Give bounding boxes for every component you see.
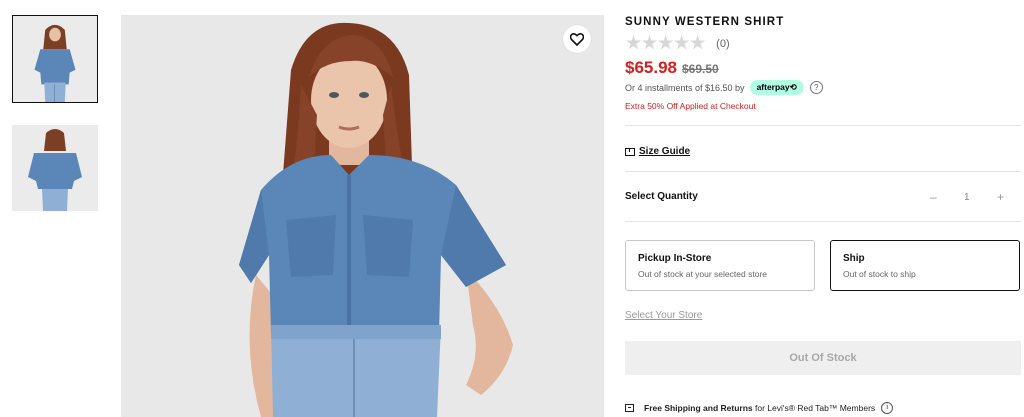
- divider: [625, 171, 1021, 172]
- quantity-label: Select Quantity: [625, 191, 698, 202]
- divider: [625, 221, 1021, 222]
- size-guide-link[interactable]: Size Guide: [625, 146, 690, 157]
- divider: [625, 125, 1021, 126]
- afterpay-logo: afterpay⟲: [749, 80, 804, 95]
- rating[interactable]: ★★★★★ (0): [625, 33, 730, 54]
- wishlist-button[interactable]: [563, 25, 591, 53]
- option-title: Ship: [843, 253, 865, 264]
- thumbnail-back[interactable]: [12, 125, 98, 211]
- rating-count: (0): [716, 38, 730, 50]
- info-icon[interactable]: i: [881, 402, 894, 414]
- thumbnail-back-image: [12, 125, 98, 211]
- product-title: SUNNY WESTERN SHIRT: [625, 16, 785, 28]
- help-icon[interactable]: ?: [809, 81, 823, 94]
- fulfillment-option-pickup[interactable]: Pickup In-Store Out of stock at your sel…: [625, 240, 815, 291]
- shipping-banner: Free Shipping and Returns for Levi's® Re…: [625, 402, 894, 414]
- model-photo: [121, 15, 604, 417]
- quantity-value[interactable]: 1: [964, 192, 970, 203]
- thumbnail-front-image: [13, 16, 97, 102]
- size-guide-label: Size Guide: [639, 146, 691, 157]
- original-price: $69.50: [682, 62, 719, 76]
- out-of-stock-button[interactable]: Out Of Stock: [625, 341, 1021, 375]
- thumbnail-front[interactable]: [12, 15, 98, 103]
- promo-text: Extra 50% Off Applied at Checkout: [625, 101, 756, 111]
- fulfillment-option-ship[interactable]: Ship Out of stock to ship: [830, 240, 1020, 291]
- sale-price: $65.98: [625, 58, 677, 77]
- select-store-link[interactable]: Select Your Store: [625, 310, 702, 321]
- box-icon: [625, 404, 634, 412]
- ruler-icon: [625, 147, 635, 156]
- price-row: $65.98 $69.50: [625, 58, 719, 78]
- quantity-increase-button[interactable]: +: [997, 190, 1004, 204]
- installments-row: Or 4 installments of $16.50 by afterpay⟲…: [625, 80, 823, 95]
- heart-icon: [570, 32, 584, 46]
- rating-stars: ★★★★★: [625, 33, 706, 54]
- option-subtitle: Out of stock to ship: [843, 269, 916, 279]
- option-title: Pickup In-Store: [638, 253, 712, 264]
- quantity-stepper: – 1 +: [930, 190, 1004, 204]
- quantity-decrease-button[interactable]: –: [930, 190, 937, 204]
- option-subtitle: Out of stock at your selected store: [638, 269, 767, 279]
- shipping-rest-text: for Levi's® Red Tab™ Members: [752, 403, 876, 413]
- installments-text: Or 4 installments of $16.50 by: [625, 82, 745, 93]
- shipping-bold-text: Free Shipping and Returns: [644, 403, 753, 413]
- main-product-image: [121, 15, 604, 417]
